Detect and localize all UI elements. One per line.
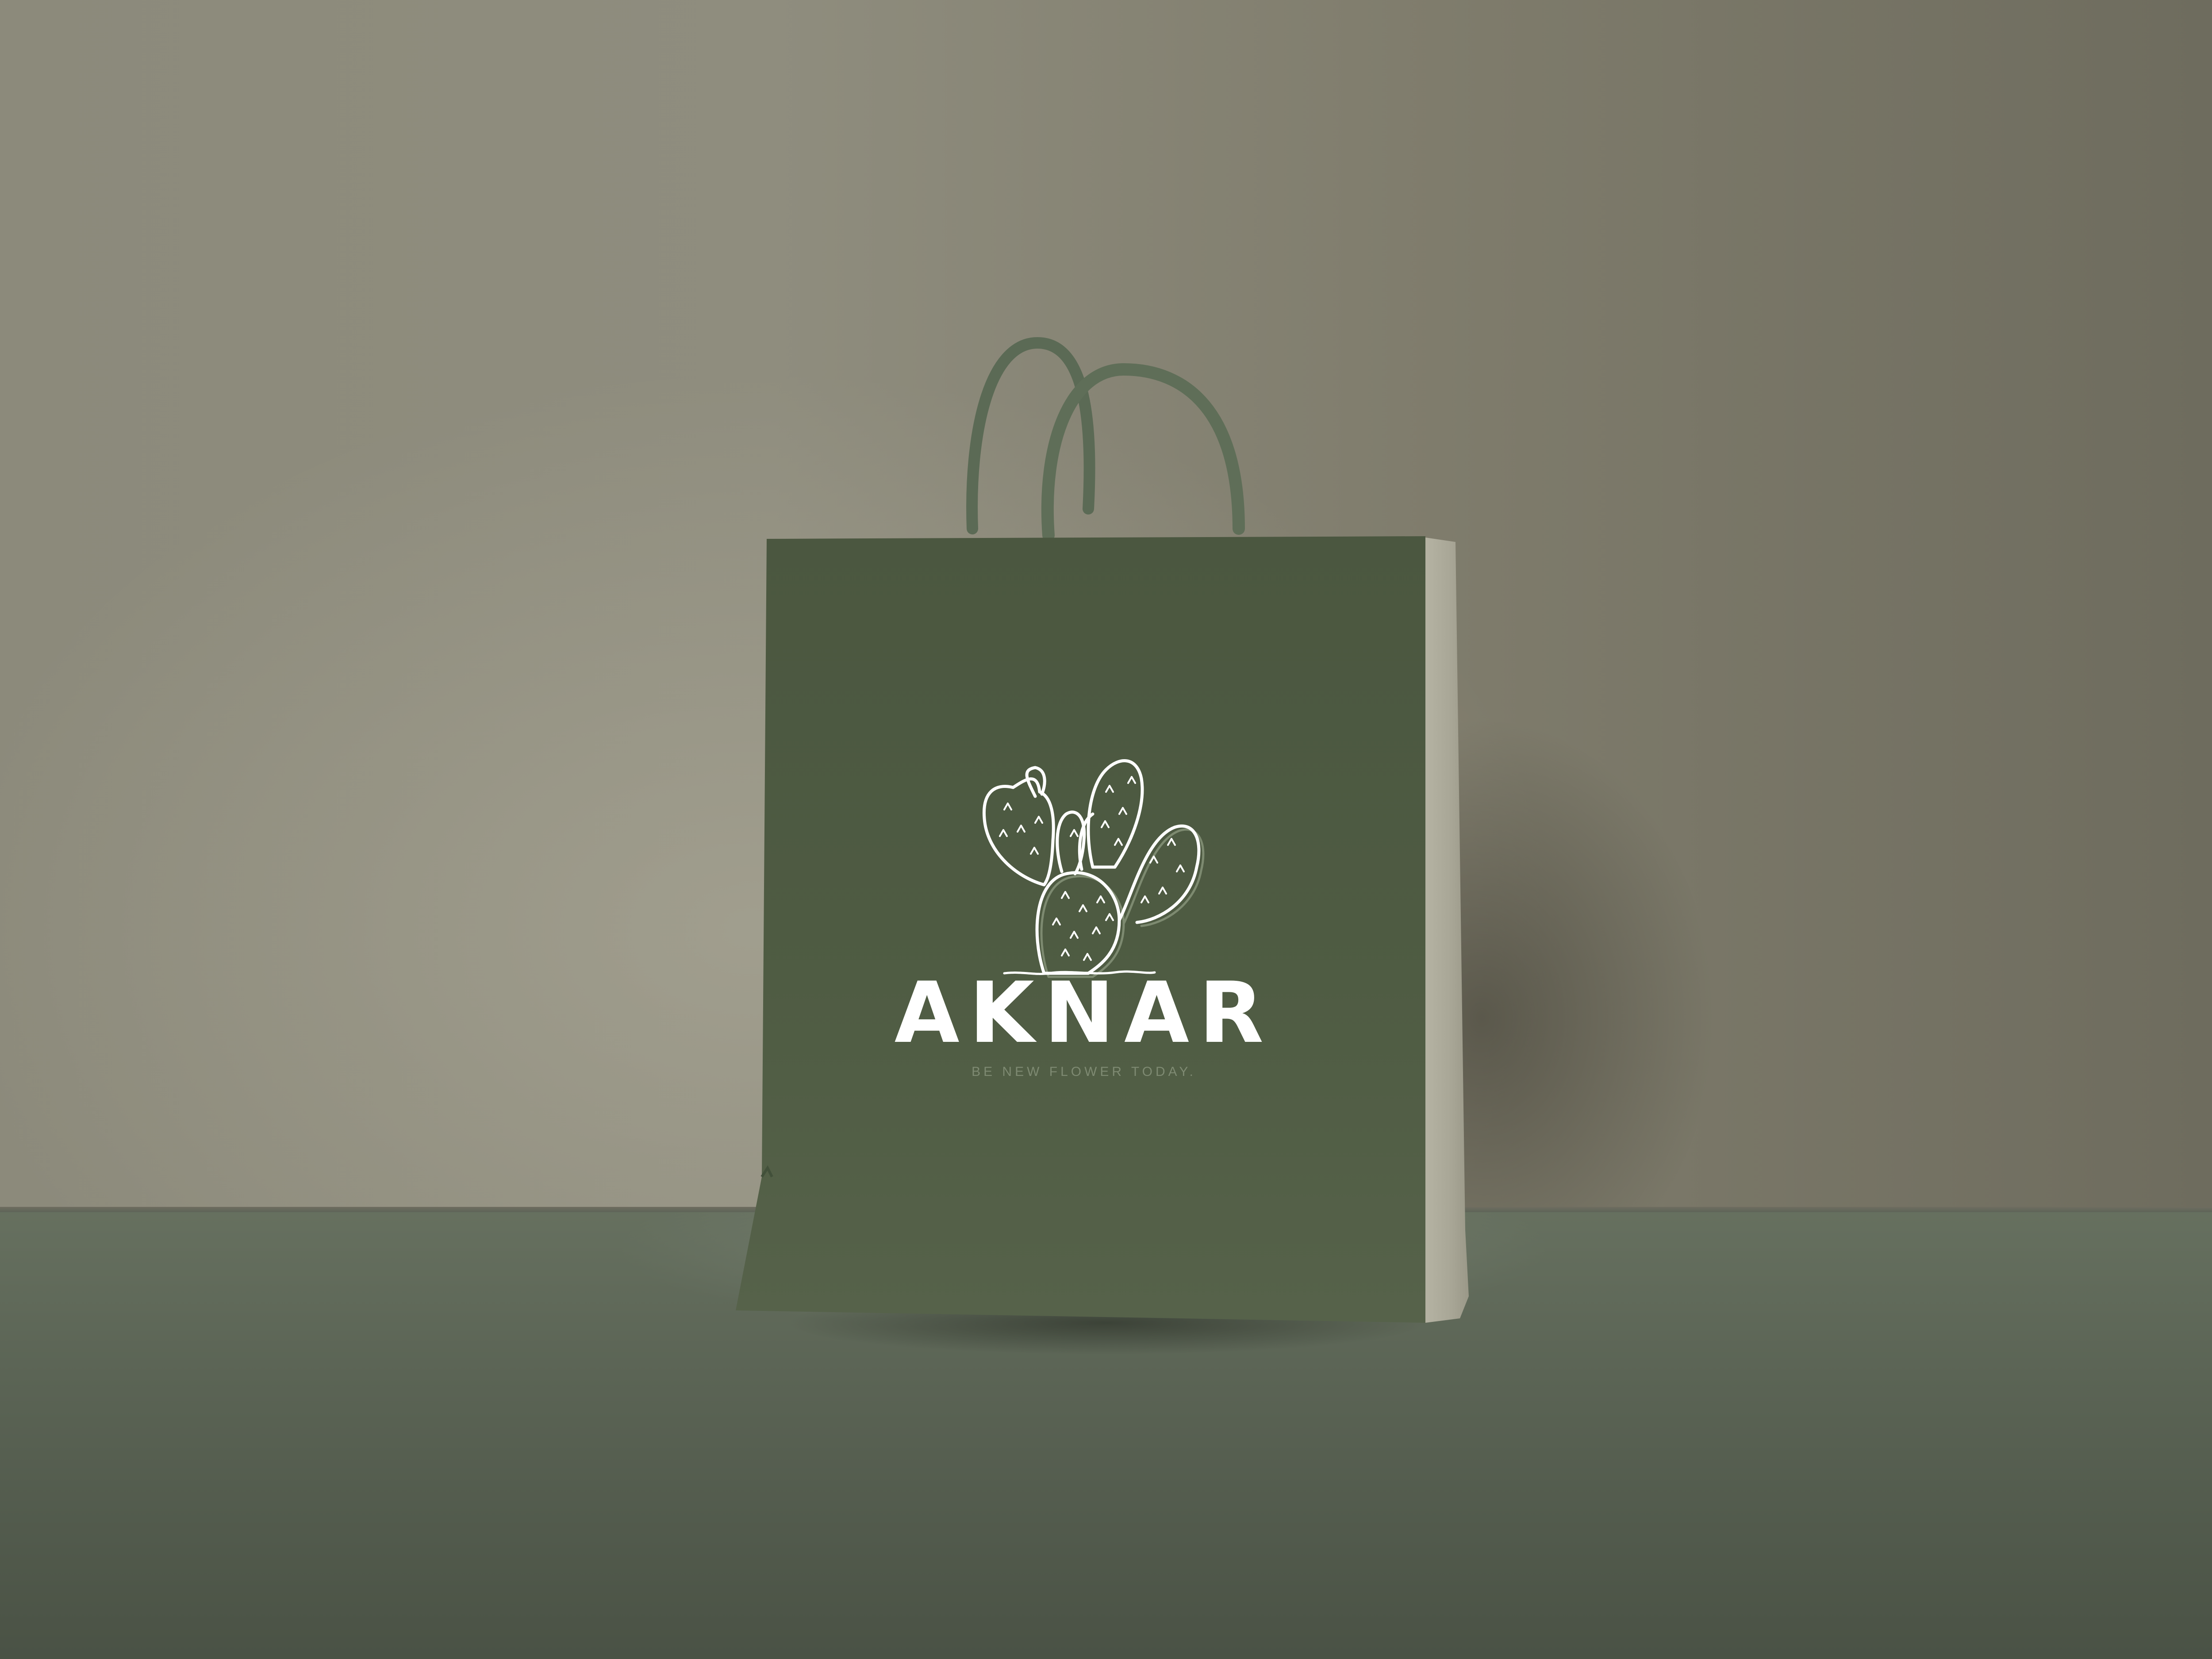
bag-front-panel <box>736 536 1425 1323</box>
bag-handle-front <box>1041 363 1245 541</box>
brand-tagline: BE NEW FLOWER TODAY. <box>972 1064 1196 1079</box>
shopping-bag <box>736 337 1469 1323</box>
bag-side-panel <box>1425 538 1469 1323</box>
brand-logo-text: AKNAR <box>894 964 1274 1062</box>
mockup-scene: AKNAR BE NEW FLOWER TODAY. <box>0 0 2212 1659</box>
bag-handle-back <box>966 337 1095 534</box>
